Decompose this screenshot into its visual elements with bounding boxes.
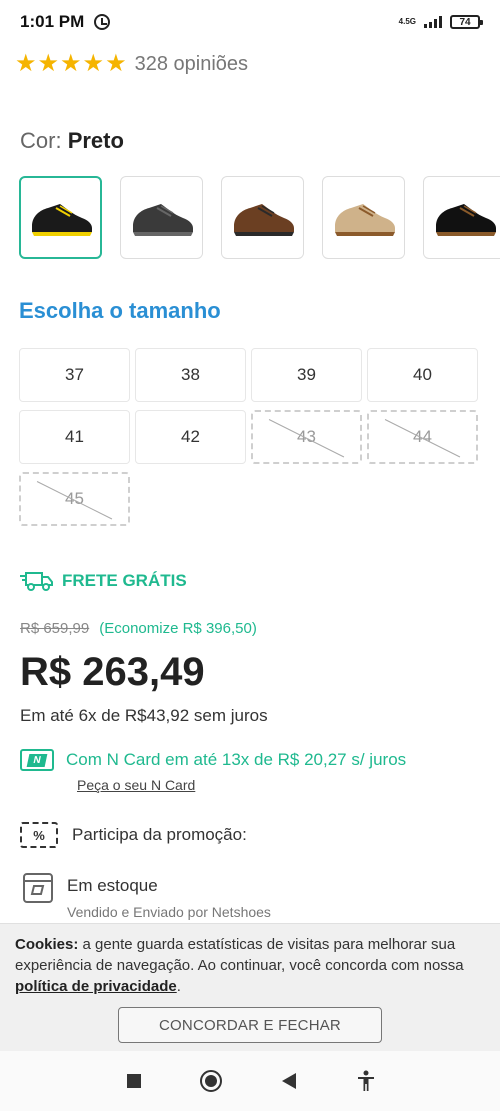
back-button[interactable] — [269, 1061, 309, 1101]
color-swatch[interactable] — [423, 176, 500, 259]
network-label: 4.5G — [398, 17, 416, 26]
recents-button[interactable] — [114, 1061, 154, 1101]
ncard-link[interactable]: Peça o seu N Card — [77, 777, 195, 793]
star-icon: ★ — [60, 50, 82, 77]
back-triangle-icon — [281, 1073, 296, 1089]
price-old: R$ 659,99 — [20, 620, 90, 637]
size-label: 42 — [181, 427, 200, 446]
color-swatch[interactable] — [120, 176, 203, 259]
installments-text: Em até 6x de R$43,92 sem juros — [20, 706, 268, 725]
truck-icon — [20, 572, 53, 591]
size-option-38[interactable]: 38 — [135, 348, 246, 402]
ncard-icon: N — [20, 749, 54, 771]
promo-row: % Participa da promoção: — [20, 822, 247, 848]
free-shipping-label: FRETE GRÁTIS — [62, 571, 187, 590]
stock-title: Em estoque — [67, 876, 158, 895]
cookie-banner: Cookies: a gente guarda estatísticas de … — [0, 923, 500, 1051]
size-label: 39 — [297, 365, 316, 384]
cookie-text: Cookies: a gente guarda estatísticas de … — [15, 934, 485, 997]
size-label: 40 — [413, 365, 432, 384]
color-swatch[interactable] — [221, 176, 304, 259]
home-circle-icon — [200, 1070, 223, 1092]
alarm-icon — [94, 14, 111, 30]
size-option-41[interactable]: 41 — [19, 410, 130, 464]
signal-icon — [424, 16, 442, 28]
price-old-row: R$ 659,99 (Economize R$ 396,50) — [20, 620, 257, 637]
price-current: R$ 263,49 — [20, 650, 205, 694]
cookie-end: . — [176, 978, 181, 995]
cookie-bold: Cookies: — [15, 936, 79, 953]
rating-stars: ★ ★ ★ ★ ★ — [15, 52, 127, 76]
color-label-row: Cor: Preto — [20, 128, 124, 154]
shoe-image — [435, 203, 496, 236]
color-label: Cor: — [20, 128, 62, 153]
size-label: 38 — [181, 365, 200, 384]
box-icon — [23, 873, 53, 903]
battery-level: 74 — [459, 16, 471, 28]
ncard-row: N Com N Card em até 13x de R$ 20,27 s/ j… — [20, 749, 406, 771]
star-icon: ★ — [15, 50, 37, 77]
shoe-image — [132, 203, 193, 236]
rating-row[interactable]: ★ ★ ★ ★ ★ 328 opiniões — [15, 52, 248, 76]
square-icon — [126, 1074, 141, 1088]
percent-icon: % — [20, 822, 58, 848]
shoe-image — [334, 203, 395, 236]
accept-cookies-button[interactable]: CONCORDAR E FECHAR — [118, 1007, 382, 1043]
color-swatch[interactable] — [322, 176, 405, 259]
unavailable-slash-icon — [369, 412, 476, 462]
ncard-text: Com N Card em até 13x de R$ 20,27 s/ jur… — [66, 750, 407, 769]
shoe-image — [233, 203, 294, 236]
status-right: 4.5G 74 — [398, 15, 483, 29]
status-time: 1:01 PM — [20, 12, 85, 31]
accessibility-icon — [358, 1070, 375, 1091]
shoe-image — [31, 203, 92, 236]
star-icon: ★ — [37, 50, 60, 77]
privacy-policy-link[interactable]: política de privacidade — [15, 978, 177, 995]
accessibility-button[interactable] — [346, 1061, 386, 1101]
promo-text: Participa da promoção: — [72, 825, 247, 844]
size-option-39[interactable]: 39 — [251, 348, 362, 402]
size-option-45: 45 — [19, 472, 130, 526]
size-label: 37 — [65, 365, 84, 384]
status-left: 1:01 PM — [20, 12, 111, 32]
size-option-40[interactable]: 40 — [367, 348, 478, 402]
color-value: Preto — [67, 128, 124, 153]
star-icon: ★ — [105, 50, 127, 77]
unavailable-slash-icon — [253, 412, 360, 462]
android-nav-bar — [0, 1051, 500, 1111]
cookie-body: a gente guarda estatísticas de visitas p… — [15, 936, 464, 974]
battery-icon: 74 — [450, 15, 483, 29]
size-grid: 37 38 39 40 41 42 43 44 45 — [19, 348, 478, 526]
size-option-37[interactable]: 37 — [19, 348, 130, 402]
unavailable-slash-icon — [21, 474, 128, 524]
rating-count[interactable]: 328 opiniões — [135, 53, 248, 76]
stock-row: Em estoque Vendido e Enviado por Netshoe… — [22, 870, 271, 920]
size-label: 41 — [65, 427, 84, 446]
stock-seller: Vendido e Enviado por Netshoes — [67, 904, 271, 920]
status-bar: 1:01 PM 4.5G 74 — [0, 0, 500, 44]
size-option-42[interactable]: 42 — [135, 410, 246, 464]
color-swatches — [19, 176, 500, 259]
price-savings: (Economize R$ 396,50) — [99, 620, 257, 637]
color-swatch[interactable] — [19, 176, 102, 259]
home-button[interactable] — [191, 1061, 231, 1101]
size-option-44: 44 — [367, 410, 478, 464]
size-title: Escolha o tamanho — [19, 298, 221, 323]
size-option-43: 43 — [251, 410, 362, 464]
star-icon: ★ — [82, 50, 105, 77]
free-shipping: FRETE GRÁTIS — [20, 570, 187, 592]
